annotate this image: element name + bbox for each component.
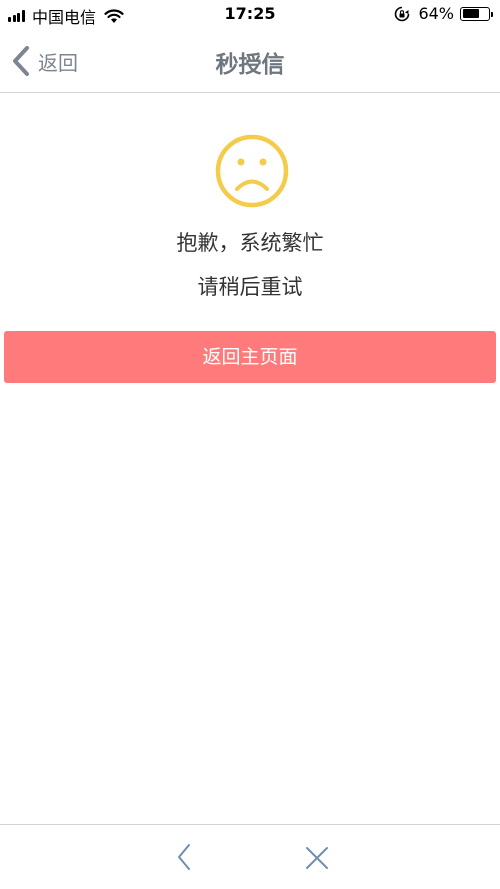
bottom-toolbar [0,824,500,889]
battery-nub [491,11,493,17]
sad-face-icon [215,134,289,208]
error-message-title: 抱歉，系统繁忙 [176,231,324,255]
page-title: 秒授信 [215,52,285,78]
error-message-subtitle: 请稍后重试 [197,275,303,299]
back-arrow-icon[interactable] [172,841,196,873]
status-bar: 中国电信 17:25 64% [0,0,500,28]
battery-percent: 64% [418,4,454,23]
nav-bar: 返回 秒授信 [0,28,500,93]
rotation-lock-icon [395,6,410,21]
status-right: 64% [394,4,493,23]
battery-icon [460,6,493,21]
battery-fill [462,9,479,18]
screen: 中国电信 17:25 64% 返回 秒授信 抱歉，系统繁忙 请稍后重试 返回主页… [0,0,500,889]
close-icon[interactable] [304,845,330,871]
return-home-button[interactable]: 返回主页面 [4,331,496,383]
